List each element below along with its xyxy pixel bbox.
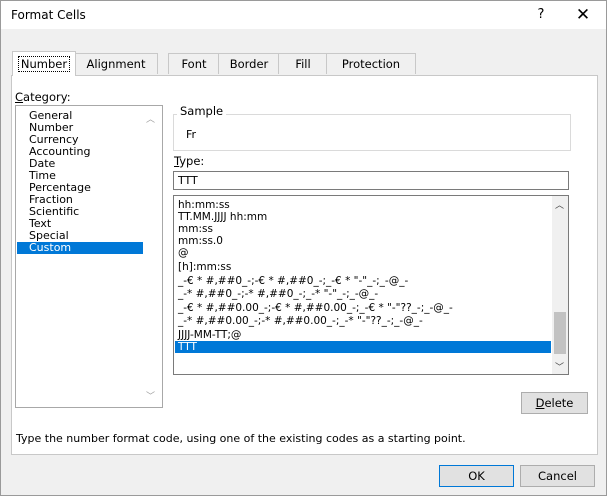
tab-alignment[interactable]: Alignment [74,53,158,74]
sample-value: Fr [186,128,197,141]
ok-button[interactable]: OK [439,465,514,487]
scroll-up-icon[interactable]: ︿ [555,198,564,211]
category-item-custom[interactable]: Custom [17,242,143,254]
format-code-item[interactable]: [h]:mm:ss [175,261,551,273]
tab-font[interactable]: Font [168,53,220,74]
format-code-item-selected[interactable]: TTT [175,341,551,353]
format-code-item[interactable]: _-* #,##0.00_-;-* #,##0.00_-;_-* "-"??_-… [175,315,551,327]
format-code-item[interactable]: mm:ss [175,223,551,235]
title-bar[interactable]: Format Cells ? ✕ [1,1,606,29]
hint-text: Type the number format code, using one o… [16,432,466,445]
dialog-title: Format Cells [11,8,86,22]
scroll-up-icon[interactable]: ︿ [146,112,155,125]
close-button[interactable]: ✕ [570,3,596,27]
scrollbar-thumb[interactable] [554,312,566,354]
sample-group [173,114,571,151]
type-input[interactable]: TTT [173,171,569,190]
format-list-scrollbar[interactable]: ︿ ﹀ [552,196,568,374]
tab-protection[interactable]: Protection [326,53,416,74]
format-cells-dialog: Format Cells ? ✕ Number Alignment Font B… [0,0,607,496]
cancel-button[interactable]: Cancel [520,465,595,487]
format-code-item[interactable]: @ [175,247,551,259]
tab-fill[interactable]: Fill [278,53,328,74]
format-code-list[interactable]: hh:mm:ss TT.MM.JJJJ hh:mm mm:ss mm:ss.0 … [173,195,569,375]
delete-button[interactable]: Delete [521,392,588,414]
format-code-item[interactable]: _-€ * #,##0_-;-€ * #,##0_-;_-€ * "-"_-;_… [175,275,551,287]
category-list[interactable]: General Number Currency Accounting Date … [15,105,163,408]
format-code-item[interactable]: TT.MM.JJJJ hh:mm [175,211,551,223]
format-code-item[interactable]: _-€ * #,##0.00_-;-€ * #,##0.00_-;_-€ * "… [175,302,551,314]
category-label: Category: [15,90,71,104]
format-code-item[interactable]: JJJJ-MM-TT;@ [175,329,551,341]
tab-border[interactable]: Border [218,53,280,74]
scroll-down-icon[interactable]: ﹀ [146,389,155,402]
format-code-item[interactable]: _-* #,##0_-;-* #,##0_-;_-* "-"_-;_-@_- [175,288,551,300]
tab-number[interactable]: Number [12,51,76,76]
sample-label: Sample [177,104,227,118]
format-code-item[interactable]: hh:mm:ss [175,199,551,211]
format-code-item[interactable]: mm:ss.0 [175,235,551,247]
scroll-down-icon[interactable]: ﹀ [555,360,564,373]
type-label: Type: [174,154,205,168]
help-button[interactable]: ? [530,4,552,26]
